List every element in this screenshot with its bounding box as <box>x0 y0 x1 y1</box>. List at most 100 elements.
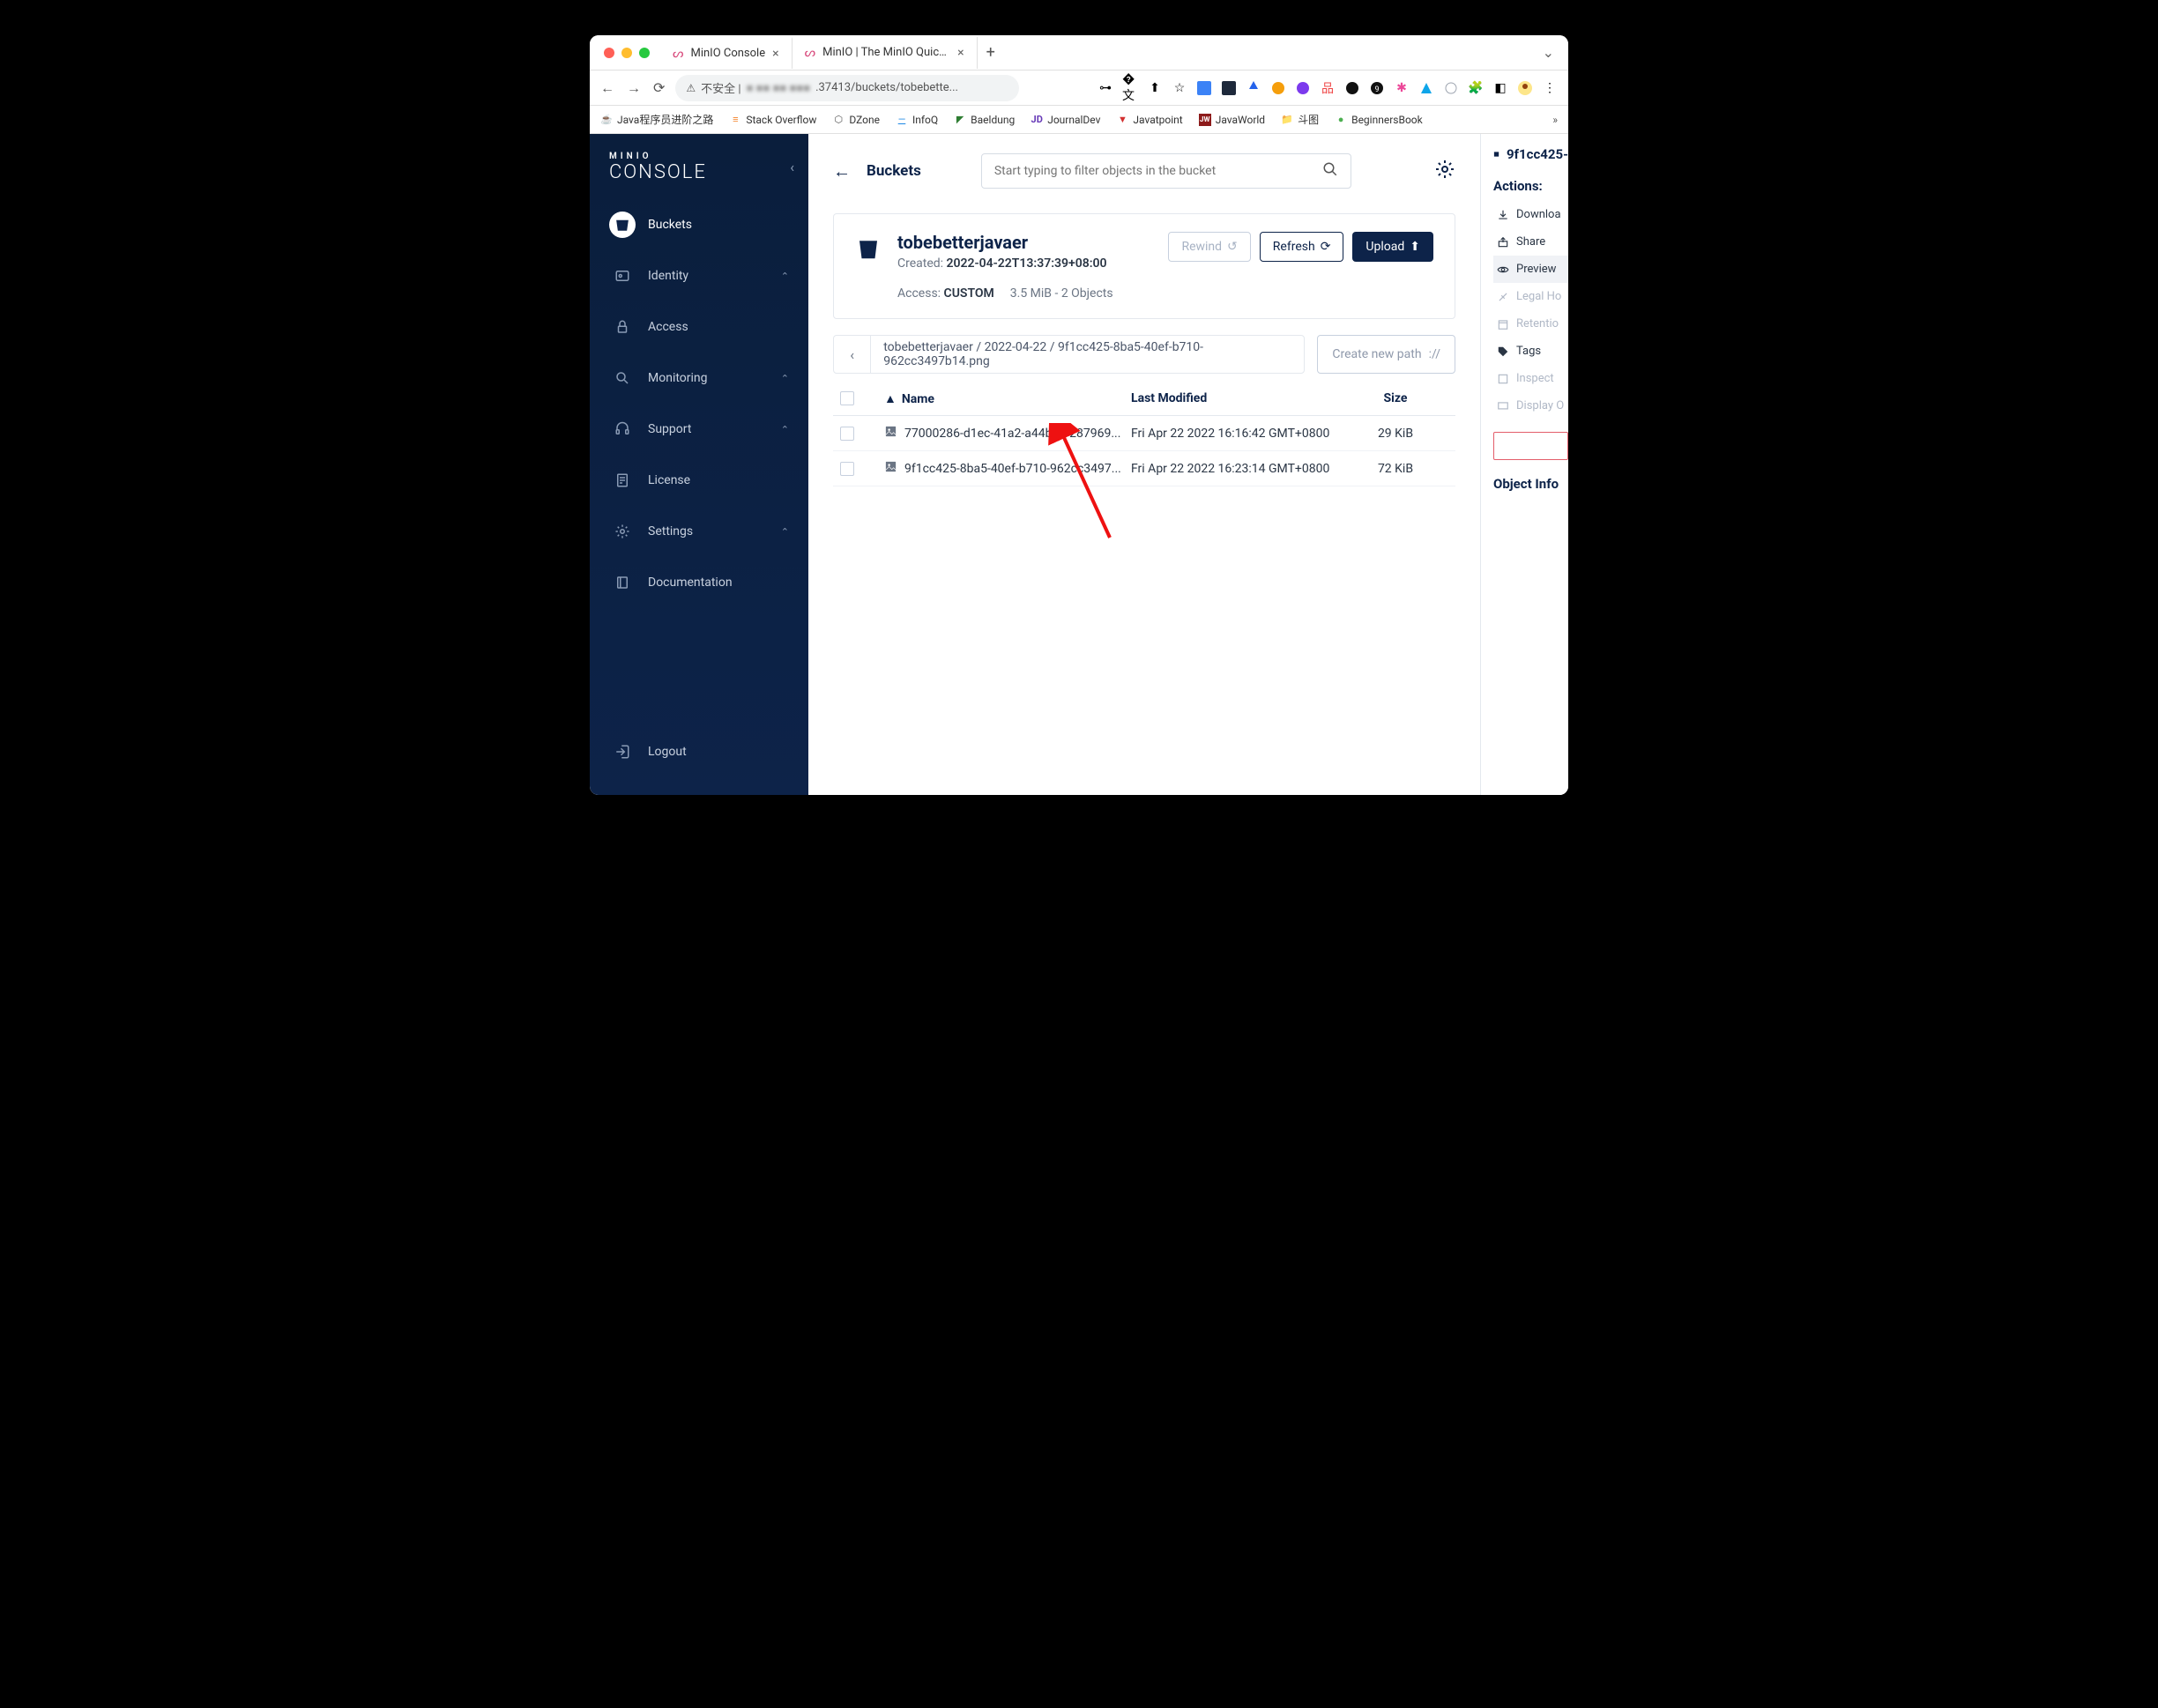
bucket-info: tobebetterjavaer Created: 2022-04-22T13:… <box>897 232 1152 301</box>
bookmark-item[interactable]: JDJournalDev <box>1031 114 1100 126</box>
tab-label: MinIO | The MinIO Quickstart G <box>822 46 950 59</box>
upload-button[interactable]: Upload ⬆ <box>1352 232 1433 262</box>
ext-icon[interactable]: ✱ <box>1394 80 1410 96</box>
sidebar-item-settings[interactable]: Settings ⌃ <box>590 506 808 557</box>
bookmark-item[interactable]: 📁斗图 <box>1281 112 1319 127</box>
ext-icon[interactable] <box>1270 80 1286 96</box>
table-row[interactable]: 9f1cc425-8ba5-40ef-b710-962cc3497... Fri… <box>833 451 1455 486</box>
tab-minio-console[interactable]: ᔕ MinIO Console × <box>660 37 793 69</box>
new-tab-button[interactable]: + <box>978 43 1004 62</box>
back-button[interactable]: ← <box>600 79 614 97</box>
action-share[interactable]: Share <box>1493 228 1568 256</box>
object-info-heading: Object Info <box>1493 476 1568 492</box>
sidebar-item-logout[interactable]: Logout <box>590 726 808 777</box>
page-title: Buckets <box>867 162 921 180</box>
sidebar-collapse-icon[interactable]: ‹ <box>790 159 794 175</box>
bucket-card: tobebetterjavaer Created: 2022-04-22T13:… <box>833 213 1455 319</box>
extensions-icon[interactable]: 🧩 <box>1468 80 1484 96</box>
ext-icon[interactable]: 9 <box>1369 80 1385 96</box>
bookmarks-overflow-icon[interactable]: » <box>1552 114 1558 126</box>
ext-icon[interactable]: 品 <box>1320 80 1336 96</box>
bucket-actions: Rewind ↺ Refresh ⟳ Upload ⬆ <box>1168 232 1433 262</box>
sidebar-item-monitoring[interactable]: Monitoring ⌃ <box>590 353 808 404</box>
row-checkbox[interactable] <box>840 427 854 441</box>
breadcrumb-box: ‹ tobebetterjavaer / 2022-04-22 / 9f1cc4… <box>833 335 1305 374</box>
back-arrow-icon[interactable]: ← <box>833 160 851 182</box>
url-field[interactable]: ⚠ 不安全 | ■ ■■ ■■ ■■■ .37413/buckets/tobeb… <box>675 75 1019 101</box>
close-tab-icon[interactable]: × <box>957 46 964 60</box>
path-back-button[interactable]: ‹ <box>834 335 871 374</box>
column-size[interactable]: Size <box>1343 391 1448 406</box>
ext-icon[interactable] <box>1221 80 1237 96</box>
svg-text:9: 9 <box>1374 85 1379 94</box>
logo-brand-main: CONSOLE <box>609 161 789 183</box>
header-row: ← Buckets <box>833 153 1455 189</box>
image-file-icon <box>1493 147 1499 161</box>
column-name[interactable]: ▲Name <box>884 391 1131 406</box>
menu-icon[interactable]: ⋮ <box>1542 80 1558 96</box>
search-box[interactable] <box>981 153 1351 189</box>
ext-icon[interactable] <box>1295 80 1311 96</box>
minimize-window-button[interactable] <box>621 48 632 58</box>
refresh-button[interactable]: Refresh ⟳ <box>1260 232 1344 262</box>
image-file-icon <box>884 425 897 442</box>
table-row[interactable]: 77000286-d1ec-41a2-a44b-d9287969... Fri … <box>833 416 1455 451</box>
sidebar-item-identity[interactable]: Identity ⌃ <box>590 250 808 301</box>
ext-icon[interactable] <box>1443 80 1459 96</box>
search-input[interactable] <box>994 164 1322 178</box>
breadcrumb[interactable]: tobebetterjavaer / 2022-04-22 / 9f1cc425… <box>871 340 1304 368</box>
close-window-button[interactable] <box>604 48 614 58</box>
sidebar-item-label: Monitoring <box>648 371 708 385</box>
sidebar-item-support[interactable]: Support ⌃ <box>590 404 808 455</box>
settings-button[interactable] <box>1434 159 1455 183</box>
translate-icon[interactable]: �文 <box>1122 80 1138 96</box>
bookmark-item[interactable]: JWJavaWorld <box>1199 114 1265 126</box>
tabs-overflow-icon[interactable]: ⌄ <box>1543 44 1554 61</box>
profile-avatar[interactable] <box>1517 80 1533 96</box>
share-icon[interactable]: ⬆ <box>1147 80 1163 96</box>
star-icon[interactable]: ☆ <box>1172 80 1187 96</box>
select-all-checkbox[interactable] <box>840 391 854 405</box>
bookmark-item[interactable]: ▼Javatpoint <box>1116 114 1182 126</box>
folder-icon: 📁 <box>1281 114 1293 126</box>
bookmark-item[interactable]: ●BeginnersBook <box>1335 114 1423 126</box>
ext-icon[interactable] <box>1418 80 1434 96</box>
action-tags[interactable]: Tags <box>1493 338 1568 365</box>
sidebar-item-label: Access <box>648 320 688 334</box>
sidebar-item-buckets[interactable]: Buckets <box>590 199 808 250</box>
tab-minio-quickstart[interactable]: ᔕ MinIO | The MinIO Quickstart G × <box>793 37 978 69</box>
file-name: 77000286-d1ec-41a2-a44b-d9287969... <box>904 427 1120 441</box>
row-checkbox[interactable] <box>840 462 854 476</box>
create-path-button[interactable]: Create new path :// <box>1317 335 1455 374</box>
forward-button[interactable]: → <box>627 79 641 97</box>
bookmark-item[interactable]: ≡Stack Overflow <box>729 114 816 126</box>
bookmark-item[interactable]: ⬡DZone <box>832 114 880 126</box>
gear-icon <box>609 518 636 545</box>
ext-icon[interactable] <box>1196 80 1212 96</box>
bookmark-icon: — <box>896 114 908 126</box>
calendar-icon <box>1497 318 1509 330</box>
action-download[interactable]: Downloa <box>1493 201 1568 228</box>
ext-icon[interactable] <box>1344 80 1360 96</box>
bookmark-item[interactable]: —InfoQ <box>896 114 938 126</box>
column-modified[interactable]: Last Modified <box>1131 391 1343 406</box>
logo-brand-top: MINIO <box>609 152 789 161</box>
sidebar-item-access[interactable]: Access <box>590 301 808 353</box>
ext-icon[interactable] <box>1246 80 1261 96</box>
action-preview[interactable]: Preview <box>1493 256 1568 283</box>
download-icon <box>1497 209 1509 221</box>
identity-icon <box>609 263 636 289</box>
panel-icon[interactable]: ◧ <box>1492 80 1508 96</box>
maximize-window-button[interactable] <box>639 48 650 58</box>
content: ← Buckets tobebetterjavaer Created: 2022… <box>808 134 1480 795</box>
delete-button[interactable] <box>1493 432 1568 460</box>
sidebar-item-documentation[interactable]: Documentation <box>590 557 808 608</box>
rewind-button[interactable]: Rewind ↺ <box>1168 232 1250 262</box>
bookmark-item[interactable]: ☕Java程序员进阶之路 <box>600 112 713 127</box>
key-icon[interactable]: ⊶ <box>1098 80 1113 96</box>
close-tab-icon[interactable]: × <box>772 47 778 61</box>
sidebar-item-license[interactable]: License <box>590 455 808 506</box>
bookmark-item[interactable]: ◤Baeldung <box>954 114 1015 126</box>
lock-icon <box>609 314 636 340</box>
reload-button[interactable]: ⟳ <box>653 79 665 97</box>
